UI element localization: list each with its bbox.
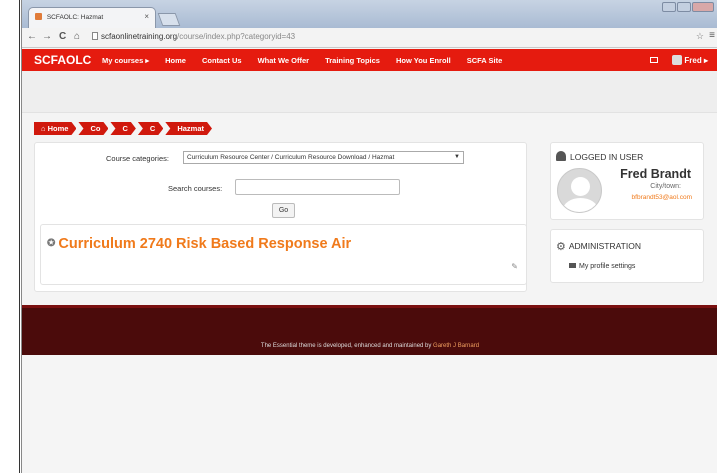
gears-icon: ⚙ <box>556 241 566 253</box>
user-city-label: City/town: <box>650 183 681 190</box>
breadcrumb-item[interactable]: C <box>138 122 163 135</box>
back-arrow-icon[interactable]: ← <box>27 31 37 42</box>
maximize-button[interactable] <box>677 2 691 12</box>
screenshot-frame: SCFAOLC: Hazmat × ← → C ⌂ scfaonlinetrai… <box>0 0 717 473</box>
tab-strip: SCFAOLC: Hazmat × <box>22 0 717 28</box>
browser-window: SCFAOLC: Hazmat × ← → C ⌂ scfaonlinetrai… <box>21 0 717 473</box>
nav-item-home[interactable]: Home <box>165 56 186 65</box>
browser-menu-icon[interactable]: ≡ <box>709 30 715 41</box>
avatar-body-shape <box>563 198 598 212</box>
categories-label: Course categories: <box>106 154 169 163</box>
user-full-name[interactable]: Fred Brandt <box>620 167 691 181</box>
header-band <box>22 71 717 113</box>
footer-credit: The Essential theme is developed, enhanc… <box>22 343 717 349</box>
bookmark-star-icon[interactable]: ☆ <box>696 31 704 42</box>
avatar[interactable] <box>557 168 602 213</box>
breadcrumb-item[interactable]: Co <box>78 122 108 135</box>
browser-toolbar: ← → C ⌂ scfaonlinetraining.org/course/in… <box>22 28 717 48</box>
user-avatar-icon <box>672 55 683 65</box>
administration-block: ⚙ ADMINISTRATION My profile settings <box>550 229 704 283</box>
nav-item-scfa-site[interactable]: SCFA Site <box>467 56 503 65</box>
new-tab-button[interactable] <box>157 13 181 26</box>
nav-item-contact-us[interactable]: Contact Us <box>202 56 242 65</box>
user-email-link[interactable]: bfbrandt53@aol.com <box>632 194 692 201</box>
browser-tab[interactable]: SCFAOLC: Hazmat × <box>28 7 156 28</box>
course-icon: ✪ <box>47 238 56 249</box>
administration-title: ADMINISTRATION <box>568 241 641 251</box>
avatar-head-shape <box>571 177 590 196</box>
left-margin-rule <box>0 0 20 473</box>
url-domain: scfaonlinetraining.org <box>101 32 178 41</box>
site-brand[interactable]: SCFAOLC <box>34 53 91 67</box>
categories-select-value: Curriculum Resource Center / Curriculum … <box>187 154 395 161</box>
administration-heading: ⚙ ADMINISTRATION <box>556 240 641 253</box>
site-navbar: SCFAOLC My courses ▸ Home Contact Us Wha… <box>22 49 717 71</box>
my-profile-settings-label: My profile settings <box>579 263 636 270</box>
page-footer: The Essential theme is developed, enhanc… <box>22 305 717 355</box>
course-title-text: Curriculum 2740 Risk Based Response Air <box>58 236 352 252</box>
forward-arrow-icon[interactable]: → <box>42 31 52 42</box>
nav-menu: My courses ▸ Home Contact Us What We Off… <box>102 56 518 65</box>
user-icon <box>556 151 566 161</box>
minimize-button[interactable] <box>662 2 676 12</box>
window-controls <box>662 2 714 12</box>
home-icon[interactable]: ⌂ <box>74 31 80 42</box>
course-listing-panel: Course categories: Curriculum Resource C… <box>34 142 527 292</box>
user-menu[interactable]: Fred ▸ <box>672 55 708 65</box>
course-title-link[interactable]: ✪ Curriculum 2740 Risk Based Response Air <box>47 236 351 252</box>
favicon-icon <box>35 13 42 20</box>
logged-in-user-heading: LOGGED IN USER <box>556 151 643 162</box>
page-icon <box>92 32 98 40</box>
categories-select[interactable]: Curriculum Resource Center / Curriculum … <box>183 151 464 164</box>
nav-item-how-you-enroll[interactable]: How You Enroll <box>396 56 451 65</box>
reload-icon[interactable]: C <box>59 31 66 42</box>
breadcrumb-home[interactable]: ⌂ Home <box>34 122 76 135</box>
edit-icon[interactable]: ✎ <box>511 262 518 271</box>
nav-item-what-we-offer[interactable]: What We Offer <box>258 56 310 65</box>
course-item: ✪ Curriculum 2740 Risk Based Response Air… <box>40 224 527 285</box>
address-bar[interactable]: scfaonlinetraining.org/course/index.php?… <box>92 31 672 45</box>
nav-item-training-topics[interactable]: Training Topics <box>325 56 380 65</box>
breadcrumb-home-label: Home <box>47 124 69 133</box>
folder-icon <box>569 263 576 268</box>
user-menu-label: Fred ▸ <box>684 56 708 65</box>
footer-author-link[interactable]: Gareth J Barnard <box>433 343 479 349</box>
mail-icon[interactable] <box>650 57 659 63</box>
footer-top-strip <box>22 305 717 308</box>
url-path: /course/index.php?categoryid=43 <box>177 32 296 41</box>
window-close-button[interactable] <box>692 2 714 12</box>
nav-item-my-courses[interactable]: My courses ▸ <box>102 56 149 65</box>
page-below-footer <box>22 355 717 473</box>
my-profile-settings-link[interactable]: My profile settings <box>569 263 635 270</box>
footer-credit-text: The Essential theme is developed, enhanc… <box>260 343 434 349</box>
logged-in-user-title: LOGGED IN USER <box>570 152 644 162</box>
chevron-down-icon: ▼ <box>454 154 460 160</box>
search-courses-input[interactable] <box>235 179 400 195</box>
go-button[interactable]: Go <box>272 203 295 218</box>
breadcrumb-item-current[interactable]: Hazmat <box>165 122 212 135</box>
search-courses-label: Search courses: <box>168 184 223 193</box>
breadcrumb-item[interactable]: C <box>110 122 135 135</box>
close-icon[interactable]: × <box>144 12 149 21</box>
tab-title: SCFAOLC: Hazmat <box>46 14 104 21</box>
breadcrumb: ⌂ Home Co C C Hazmat <box>34 122 214 135</box>
logged-in-user-block: LOGGED IN USER Fred Brandt City/town: bf… <box>550 142 704 220</box>
nav-right: Fred ▸ <box>650 55 708 65</box>
